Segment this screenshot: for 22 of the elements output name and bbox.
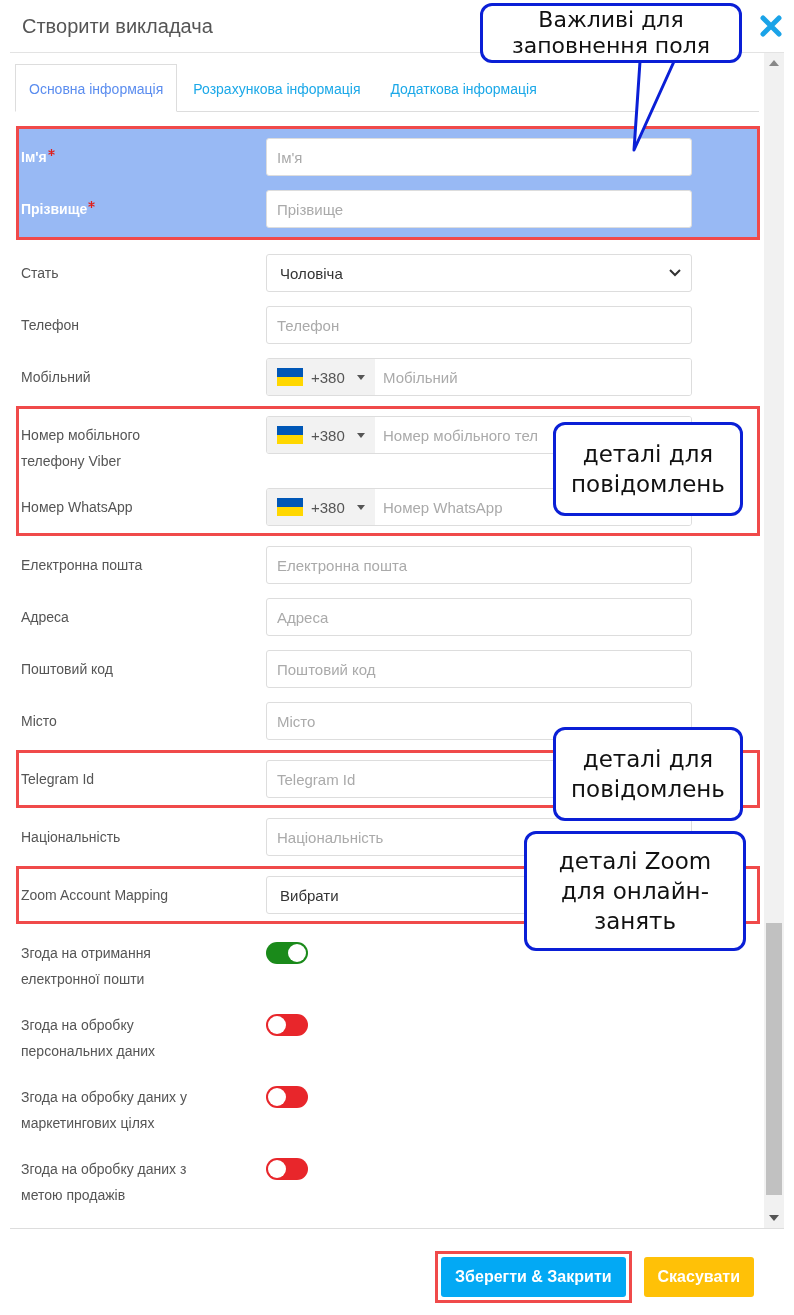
field-label: Поштовий код	[20, 660, 115, 679]
callout-tooltip: деталі для повідомлень	[553, 422, 743, 516]
field-label: Ім'я	[19, 138, 266, 170]
field-label: Згода на обробку персональних даних	[20, 1016, 157, 1061]
dialog-title: Створити викладача	[22, 14, 213, 38]
field-label: Згода на отримання електронної пошти	[20, 944, 152, 989]
field-label: Мобільний	[20, 368, 92, 387]
field-label: Згода на обробку даних у маркетингових цілях	[20, 1088, 188, 1133]
field-label: Електронна пошта	[20, 556, 144, 575]
field-label: Адреса	[20, 608, 70, 627]
field-label: Національність	[20, 828, 122, 847]
callout-tooltip: деталі Zoom для онлайн-занять	[524, 831, 746, 951]
field-label: Номер WhatsApp	[20, 498, 134, 517]
field-label: Номер мобільного телефону Viber	[20, 426, 142, 471]
field-label: Телефон	[20, 316, 81, 335]
field-label: Прізвище	[19, 190, 266, 222]
field-label: Zoom Account Mapping	[20, 886, 170, 905]
field-label: Стать	[20, 264, 60, 283]
field-label: Місто	[20, 712, 58, 731]
field-label: Telegram Id	[20, 770, 96, 789]
field-label: Згода на обробку даних з метою продажів	[20, 1160, 188, 1205]
callout-tooltip: деталі для повідомлень	[553, 727, 743, 821]
